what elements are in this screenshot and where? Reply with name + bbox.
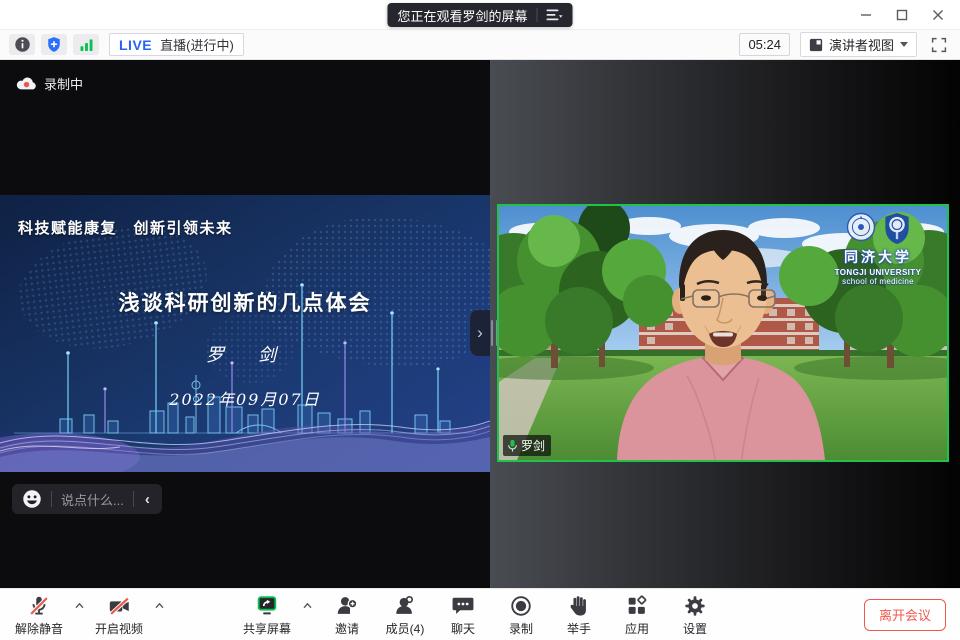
meeting-bottom-toolbar: 解除静音 开启视频 共享屏幕 邀请 成员(4) bbox=[0, 588, 960, 640]
slide-title-text: 浅谈科研创新的几点体会 bbox=[0, 287, 490, 317]
invite-person-icon bbox=[335, 593, 359, 619]
toolbar-item-record[interactable]: 录制 bbox=[495, 589, 547, 640]
apps-grid-icon bbox=[625, 593, 649, 619]
toolbar-item-label: 成员(4) bbox=[386, 620, 425, 637]
live-stream-badge[interactable]: LIVE 直播(进行中) bbox=[109, 33, 244, 56]
toolbar-item-start-video[interactable]: 开启视频 bbox=[93, 589, 145, 640]
toolbar-item-label: 设置 bbox=[683, 620, 707, 637]
toolbar-item-invite[interactable]: 邀请 bbox=[321, 589, 373, 640]
share-options-chevron[interactable] bbox=[296, 589, 318, 640]
slide-author-text: 罗 剑 bbox=[0, 341, 490, 367]
chat-input[interactable]: 说点什么... bbox=[61, 490, 124, 509]
close-button[interactable] bbox=[920, 0, 956, 30]
slide-date-text: 2022年09月07日 bbox=[0, 386, 490, 410]
panel-expand-handle[interactable]: › bbox=[470, 310, 490, 356]
maximize-button[interactable] bbox=[884, 0, 920, 30]
fullscreen-button[interactable] bbox=[927, 34, 951, 56]
smiley-icon bbox=[22, 489, 42, 509]
window-title-bar: 您正在观看罗剑的屏幕 bbox=[0, 0, 960, 30]
network-quality-button[interactable] bbox=[73, 34, 99, 55]
shield-icon bbox=[46, 36, 62, 53]
meeting-top-toolbar: LIVE 直播(进行中) 05:24 演讲者视图 bbox=[0, 30, 960, 60]
toolbar-item-label: 开启视频 bbox=[95, 620, 143, 637]
screen-share-menu-icon[interactable] bbox=[547, 9, 563, 21]
cloud-recording-icon bbox=[16, 76, 36, 91]
toolbar-item-raise-hand[interactable]: 举手 bbox=[553, 589, 605, 640]
view-mode-selector[interactable]: 演讲者视图 bbox=[800, 32, 917, 57]
recording-label: 录制中 bbox=[44, 74, 83, 93]
fullscreen-icon bbox=[931, 37, 947, 53]
screen-watching-title: 您正在观看罗剑的屏幕 bbox=[397, 6, 527, 25]
presentation-slide: 科技赋能康复 创新引领未来 浅谈科研创新的几点体会 罗 剑 2022年09月07… bbox=[0, 195, 490, 472]
meeting-security-button[interactable] bbox=[41, 34, 67, 55]
live-status-text: 直播(进行中) bbox=[160, 35, 234, 54]
toolbar-item-label: 共享屏幕 bbox=[243, 620, 291, 637]
toolbar-gap bbox=[170, 589, 238, 640]
toolbar-item-label: 应用 bbox=[625, 620, 649, 637]
members-icon bbox=[393, 593, 417, 619]
meeting-info-button[interactable] bbox=[9, 34, 35, 55]
toolbar-item-label: 聊天 bbox=[451, 620, 475, 637]
video-panel: 罗剑 同济大学 TONGJI UNIVERSITY school of medi… bbox=[490, 60, 960, 588]
recording-indicator: 录制中 bbox=[16, 74, 83, 93]
chat-bar-divider bbox=[133, 491, 134, 507]
toolbar-item-label: 邀请 bbox=[335, 620, 359, 637]
record-icon bbox=[509, 593, 533, 619]
toolbar-item-label: 录制 bbox=[509, 620, 533, 637]
screen-watching-pill: 您正在观看罗剑的屏幕 bbox=[387, 3, 572, 27]
slide-header-text: 科技赋能康复 创新引领未来 bbox=[18, 217, 233, 238]
audio-options-chevron[interactable] bbox=[68, 589, 90, 640]
toolbar-spacer bbox=[724, 589, 864, 640]
share-screen-active-icon bbox=[254, 593, 280, 619]
toolbar-item-chat[interactable]: 聊天 bbox=[437, 589, 489, 640]
video-options-chevron[interactable] bbox=[148, 589, 170, 640]
gear-icon bbox=[683, 593, 707, 619]
toolbar-item-share-screen[interactable]: 共享屏幕 bbox=[241, 589, 293, 640]
toolbar-item-apps[interactable]: 应用 bbox=[611, 589, 663, 640]
raise-hand-icon bbox=[567, 593, 591, 619]
microphone-muted-icon bbox=[27, 593, 51, 619]
live-label: LIVE bbox=[119, 37, 152, 53]
toolbar-item-label: 举手 bbox=[567, 620, 591, 637]
toolbar-item-unmute[interactable]: 解除静音 bbox=[13, 589, 65, 640]
toolbar-item-label: 解除静音 bbox=[15, 620, 63, 637]
info-icon bbox=[14, 36, 31, 53]
meeting-timer: 05:24 bbox=[739, 33, 790, 56]
shared-screen-panel: 录制中 bbox=[0, 60, 490, 588]
speaker-video-tile: 罗剑 同济大学 TONGJI UNIVERSITY school of medi… bbox=[497, 204, 949, 462]
chevron-down-icon bbox=[900, 42, 908, 47]
chat-collapse-arrow[interactable]: ‹ bbox=[143, 492, 152, 507]
layout-view-icon bbox=[809, 38, 823, 52]
microphone-on-icon bbox=[507, 439, 518, 453]
signal-bars-icon bbox=[78, 37, 95, 53]
pill-divider bbox=[537, 8, 538, 22]
minimize-button[interactable] bbox=[848, 0, 884, 30]
camera-muted-icon bbox=[107, 593, 132, 619]
toolbar-item-members[interactable]: 成员(4) bbox=[379, 589, 431, 640]
chat-bubble-icon bbox=[451, 593, 475, 619]
meeting-main-area: 录制中 bbox=[0, 60, 960, 588]
speaker-video-feed bbox=[499, 206, 947, 460]
chat-quick-bar: 说点什么... ‹ bbox=[12, 484, 162, 514]
participant-name-badge: 罗剑 bbox=[503, 435, 551, 456]
chat-bar-divider bbox=[51, 491, 52, 507]
emoji-button[interactable] bbox=[22, 489, 42, 509]
window-controls bbox=[848, 0, 956, 30]
participant-name: 罗剑 bbox=[521, 437, 545, 454]
view-mode-label: 演讲者视图 bbox=[829, 35, 894, 54]
leave-meeting-button[interactable]: 离开会议 bbox=[864, 599, 946, 631]
toolbar-item-settings[interactable]: 设置 bbox=[669, 589, 721, 640]
